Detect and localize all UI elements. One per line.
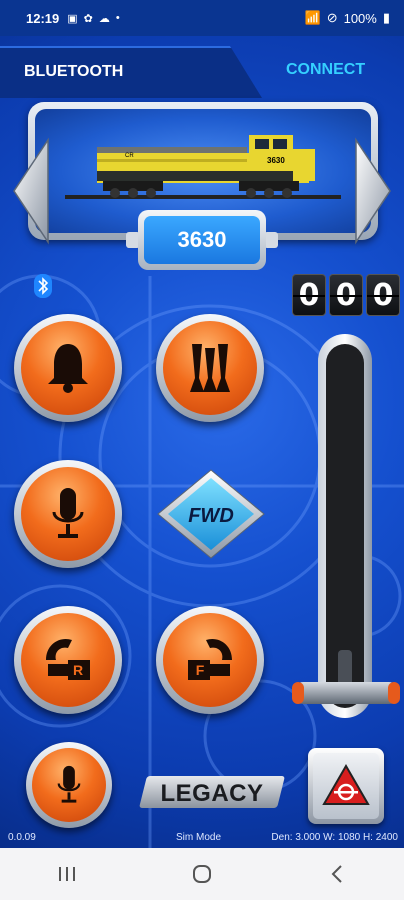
speed-digit: 0 (366, 274, 400, 316)
system-nav-bar (0, 848, 404, 900)
back-button[interactable] (307, 854, 367, 894)
speed-counter: 0 0 0 (292, 274, 400, 316)
front-coupler-button[interactable]: F (156, 606, 264, 714)
front-coupler-button-face: F (163, 613, 257, 707)
recent-apps-icon (59, 867, 76, 881)
previous-engine-arrow-icon[interactable] (10, 136, 50, 246)
voice-command-button[interactable] (26, 742, 112, 828)
app-footer: 0.0.09 Sim Mode Den: 3.000 W: 1080 H: 24… (0, 830, 404, 848)
lionel-logo-inner (313, 753, 379, 819)
voice-command-face (32, 748, 106, 822)
microphone-icon (52, 488, 84, 538)
tab-connect[interactable]: CONNECT (256, 46, 404, 98)
mode-text: Sim Mode (176, 832, 222, 843)
plate-knob-right (264, 232, 278, 248)
rear-coupler-button[interactable]: R (14, 606, 122, 714)
battery-icon: ▮ (382, 10, 390, 25)
lionel-logo-icon (322, 764, 370, 805)
horn-button-face (163, 321, 257, 415)
battery-percent: 100% (343, 10, 377, 26)
record-button-face (21, 467, 115, 561)
coupler-icon: F (188, 638, 232, 680)
speed-digit: 0 (292, 274, 326, 316)
wifi-icon: 📶 (304, 10, 321, 25)
front-coupler-label: F (196, 662, 205, 678)
rear-coupler-button-face: R (21, 613, 115, 707)
direction-button[interactable]: FWD (156, 468, 266, 560)
horn-button[interactable] (156, 314, 264, 422)
settings-icon: ✿ (83, 12, 93, 25)
legacy-logo-text: LEGACY (160, 780, 264, 807)
status-bar: 12:19 ▣ ✿ ☁ • 📶 ⊘ 100% ▮ (0, 0, 404, 36)
coupler-icon: R (46, 638, 90, 680)
screen-dims-text: Den: 3.000 W: 1080 H: 2400 (271, 832, 398, 843)
header: BLUETOOTH CONNECT (0, 46, 404, 98)
cloud-icon: ☁ (98, 12, 110, 25)
record-button[interactable] (14, 460, 122, 568)
direction-label: FWD (188, 505, 234, 527)
home-button[interactable] (172, 854, 232, 894)
dnd-icon: ⊘ (326, 10, 338, 25)
version-text: 0.0.09 (8, 832, 36, 843)
next-engine-arrow-icon[interactable] (354, 136, 394, 246)
bluetooth-icon (34, 274, 52, 298)
road-number-display[interactable]: 3630 (126, 210, 278, 270)
tab-connect-label: CONNECT (286, 61, 366, 78)
bell-button[interactable] (14, 314, 122, 422)
brand-mark: CR (125, 153, 134, 159)
bell-button-face (21, 321, 115, 415)
app-screen: BLUETOOTH CONNECT 3630 CR 3630 0 0 0 FWD… (0, 36, 404, 848)
status-right: 📶 ⊘ 100% ▮ (305, 10, 391, 26)
lionel-logo-button[interactable] (308, 748, 384, 824)
cab-number: 3630 (267, 156, 285, 165)
bell-icon (48, 344, 88, 393)
tab-bluetooth[interactable]: BLUETOOTH (0, 46, 262, 98)
rear-coupler-label: R (73, 662, 83, 678)
gallery-icon: ▣ (67, 12, 78, 25)
recent-apps-button[interactable] (37, 854, 97, 894)
tab-bluetooth-label: BLUETOOTH (24, 63, 124, 80)
throttle-slider[interactable] (290, 330, 402, 730)
dot-icon: • (115, 12, 120, 24)
back-icon (331, 865, 342, 883)
road-number-plate: 3630 (138, 210, 266, 270)
road-number-value: 3630 (144, 216, 260, 264)
speed-digit: 0 (329, 274, 363, 316)
legacy-logo: LEGACY (139, 772, 285, 812)
microphone-icon (57, 765, 81, 803)
status-time: 12:19 (26, 10, 60, 26)
home-icon (192, 865, 211, 883)
horn-icon (190, 344, 230, 392)
